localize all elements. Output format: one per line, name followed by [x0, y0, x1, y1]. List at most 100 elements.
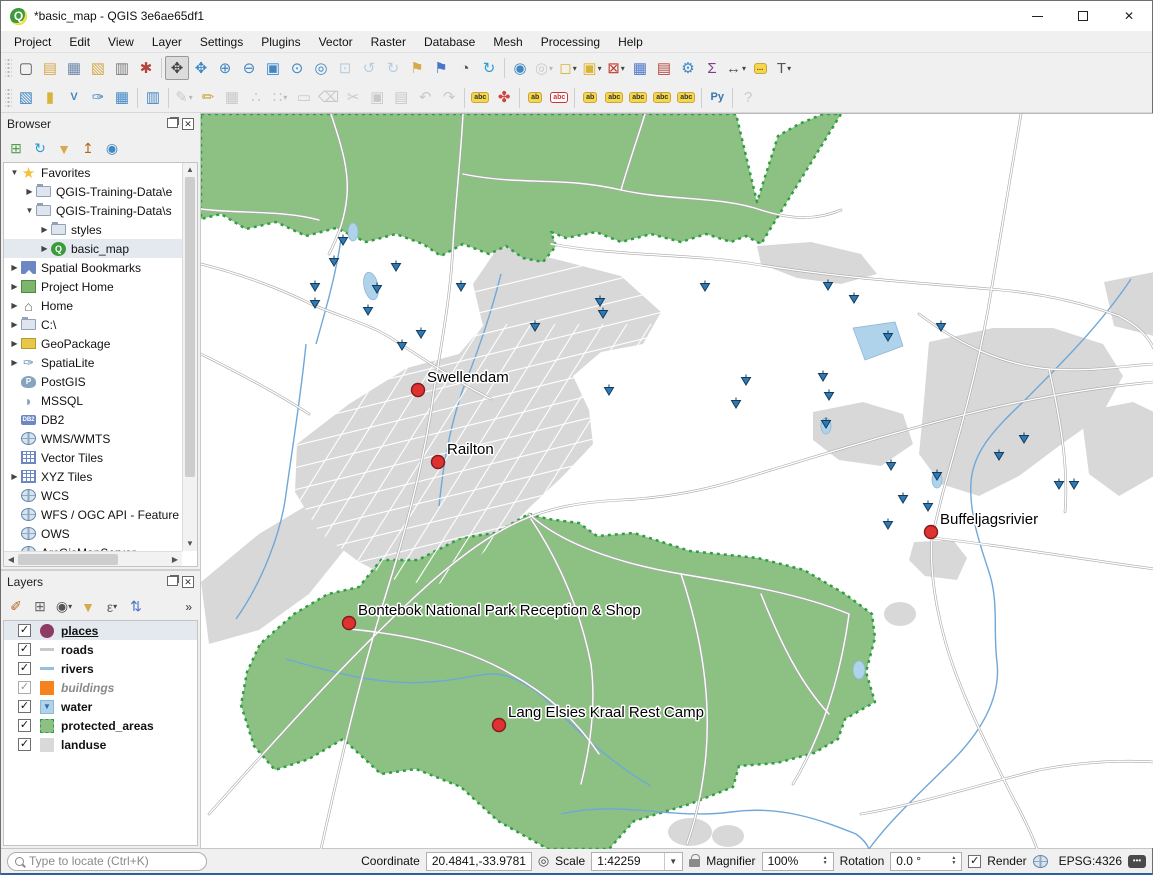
new-bookmark-button[interactable]: ⚑ — [405, 56, 429, 80]
layer-item-landuse[interactable]: ✓landuse — [4, 735, 197, 754]
toggle-editing-button[interactable]: ✏ — [196, 86, 220, 110]
browser-item-arcgismapserver[interactable]: ArcGisMapServer — [4, 543, 182, 551]
pin-unpin-labels-button[interactable]: ab — [578, 86, 602, 110]
locate-input[interactable]: Type to locate (Ctrl+K) — [7, 852, 207, 871]
measure-line-button[interactable]: ↔▾ — [724, 56, 748, 80]
browser-vertical-scrollbar[interactable]: ▲ ▼ — [182, 163, 197, 551]
filter-by-expression-button[interactable]: ε▾ — [101, 596, 123, 618]
browser-float-icon[interactable] — [167, 118, 178, 128]
open-project-button[interactable]: ▤ — [38, 56, 62, 80]
expand-collapse-all-button[interactable]: ⇅ — [125, 596, 147, 618]
menu-vector[interactable]: Vector — [310, 32, 362, 52]
layer-item-places[interactable]: ✓places — [4, 621, 197, 640]
browser-item-project-home[interactable]: ▶Project Home — [4, 277, 182, 296]
expander-icon[interactable]: ▶ — [8, 320, 21, 329]
add-selected-layers-button[interactable]: ⊞ — [5, 138, 27, 160]
save-project-button[interactable]: ▦ — [62, 56, 86, 80]
pin-labels-button[interactable]: ab — [523, 86, 547, 110]
zoom-to-layer-button[interactable]: ◎ — [309, 56, 333, 80]
close-button[interactable]: ✕ — [1106, 1, 1152, 31]
refresh-map-button[interactable]: ↻ — [477, 56, 501, 80]
layer-checkbox[interactable]: ✓ — [18, 662, 31, 675]
chevron-down-icon[interactable]: ▾ — [598, 64, 602, 73]
menu-database[interactable]: Database — [415, 32, 484, 52]
epsg-value[interactable]: EPSG:4326 — [1059, 854, 1122, 868]
collapse-all-button[interactable]: ↥ — [77, 138, 99, 160]
scale-combobox[interactable]: 1:42259▼ — [591, 852, 683, 871]
messages-icon[interactable]: ••• — [1128, 855, 1146, 868]
highlight-pinned-labels-button[interactable]: abc — [547, 86, 571, 110]
menu-layer[interactable]: Layer — [143, 32, 191, 52]
chevron-down-icon[interactable]: ▾ — [787, 64, 791, 73]
chevron-down-icon[interactable]: ▾ — [621, 64, 625, 73]
expander-icon[interactable]: ▶ — [38, 244, 51, 253]
browser-item-basic-map[interactable]: ▶basic_map — [4, 239, 182, 258]
browser-item-wms-wmts[interactable]: WMS/WMTS — [4, 429, 182, 448]
chevron-down-icon[interactable]: ▾ — [189, 93, 193, 102]
expander-icon[interactable]: ▶ — [8, 472, 21, 481]
menu-raster[interactable]: Raster — [362, 32, 415, 52]
zoom-out-button[interactable]: ⊖ — [237, 56, 261, 80]
chevron-down-icon[interactable]: ▼ — [664, 853, 677, 870]
rotate-label-button[interactable]: abc — [650, 86, 674, 110]
expander-icon[interactable]: ▼ — [23, 206, 36, 215]
layers-close-icon[interactable]: ✕ — [182, 576, 194, 588]
chevron-down-icon[interactable]: ▾ — [549, 64, 553, 73]
properties-widget-button[interactable]: ◉ — [101, 138, 123, 160]
browser-item-xyz-tiles[interactable]: ▶XYZ Tiles — [4, 467, 182, 486]
browser-item-postgis[interactable]: PostGIS — [4, 372, 182, 391]
expander-icon[interactable]: ▶ — [8, 263, 21, 272]
change-label-button[interactable]: abc — [674, 86, 698, 110]
pan-to-selection-button[interactable]: ✥ — [189, 56, 213, 80]
browser-item-home[interactable]: ▶Home — [4, 296, 182, 315]
scroll-left-icon[interactable]: ◀ — [4, 555, 18, 564]
expander-icon[interactable]: ▶ — [8, 282, 21, 291]
layer-item-roads[interactable]: ✓roads — [4, 640, 197, 659]
maximize-button[interactable] — [1060, 1, 1106, 31]
toolbar-grip[interactable] — [5, 87, 12, 109]
open-layer-styling-button[interactable]: ✐ — [5, 596, 27, 618]
select-by-value-button[interactable]: ▣▾ — [580, 56, 604, 80]
browser-item-vector-tiles[interactable]: Vector Tiles — [4, 448, 182, 467]
browser-item-mssql[interactable]: MSSQL — [4, 391, 182, 410]
scroll-down-icon[interactable]: ▼ — [183, 537, 197, 551]
expander-icon[interactable]: ▶ — [23, 187, 36, 196]
pan-map-button[interactable]: ✥ — [165, 56, 189, 80]
manage-map-themes-button[interactable]: ◉▾ — [53, 596, 75, 618]
zoom-to-selection-button[interactable]: ⊙ — [285, 56, 309, 80]
processing-toolbox-button[interactable]: ⚙ — [676, 56, 700, 80]
new-virtual-layer-button[interactable]: ▦ — [110, 86, 134, 110]
map-tips-button[interactable]: … — [748, 56, 772, 80]
show-bookmarks-button[interactable]: ⚑ — [429, 56, 453, 80]
python-console-button[interactable]: Py — [705, 86, 729, 110]
chevron-down-icon[interactable]: ▾ — [573, 64, 577, 73]
refresh-browser-button[interactable]: ↻ — [29, 138, 51, 160]
new-spatialite-layer-button[interactable]: ✑ — [86, 86, 110, 110]
expander-icon[interactable]: ▶ — [8, 358, 21, 367]
browser-horizontal-scrollbar[interactable]: ◀ ▶ — [4, 551, 182, 566]
toolbar-overflow-button[interactable]: » — [185, 600, 196, 614]
layers-float-icon[interactable] — [167, 576, 178, 586]
coordinate-value[interactable]: 20.4841,-33.9781 — [426, 852, 532, 871]
deselect-features-button[interactable]: ⊠▾ — [604, 56, 628, 80]
menu-mesh[interactable]: Mesh — [484, 32, 531, 52]
menu-settings[interactable]: Settings — [191, 32, 252, 52]
magnifier-spinner[interactable]: 100%▲▼ — [762, 852, 834, 871]
show-hide-labels-button[interactable]: abc — [602, 86, 626, 110]
layer-checkbox[interactable]: ✓ — [18, 681, 31, 694]
datasource-manager-button[interactable]: ▥ — [141, 86, 165, 110]
new-project-button[interactable]: ▢ — [14, 56, 38, 80]
identify-features-button[interactable]: ◉ — [508, 56, 532, 80]
menu-edit[interactable]: Edit — [60, 32, 99, 52]
browser-item-db2[interactable]: DB2 — [4, 410, 182, 429]
menu-processing[interactable]: Processing — [532, 32, 609, 52]
filter-browser-button[interactable]: ▼ — [53, 138, 75, 160]
menu-plugins[interactable]: Plugins — [252, 32, 309, 52]
new-geopackage-layer-button[interactable]: ▮ — [38, 86, 62, 110]
filter-legend-button[interactable]: ▼ — [77, 596, 99, 618]
browser-item-wcs[interactable]: WCS — [4, 486, 182, 505]
browser-item-geopackage[interactable]: ▶GeoPackage — [4, 334, 182, 353]
layer-checkbox[interactable]: ✓ — [18, 643, 31, 656]
show-statistics-sum-button[interactable]: Σ — [700, 56, 724, 80]
layer-checkbox[interactable]: ✓ — [18, 719, 31, 732]
